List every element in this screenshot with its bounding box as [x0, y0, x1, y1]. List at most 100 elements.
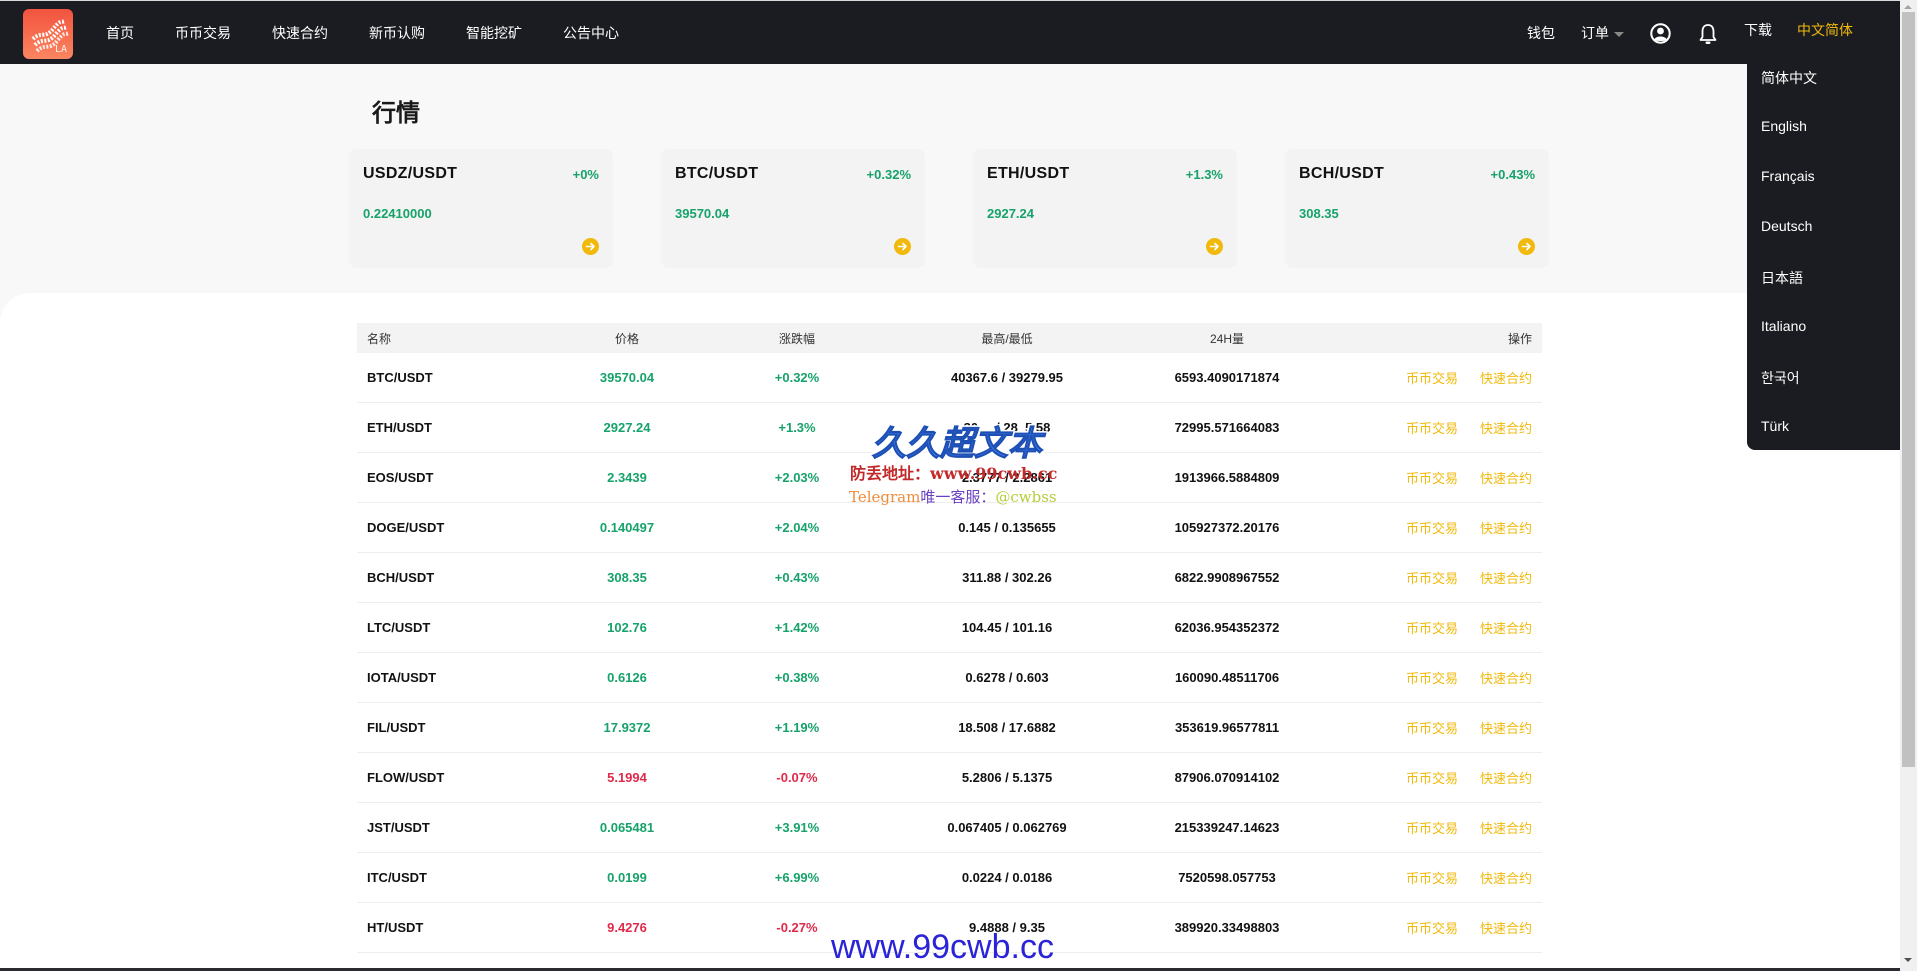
- scroll-up-arrow-icon[interactable]: [1904, 5, 1912, 9]
- row-high-low: 104.45 / 101.16: [961, 620, 1053, 635]
- quick-contract-link[interactable]: 快速合约: [1480, 818, 1532, 837]
- row-pair-name: FIL/USDT: [367, 720, 426, 735]
- language-option[interactable]: English: [1761, 118, 1807, 134]
- quick-contract-link[interactable]: 快速合约: [1480, 768, 1532, 787]
- language-option[interactable]: 简体中文: [1761, 68, 1817, 88]
- table-row[interactable]: EOS/USDT 2.3439 +2.03% 2.3777 / 2.2861 19139…: [357, 453, 1542, 503]
- quick-contract-link[interactable]: 快速合约: [1480, 668, 1532, 687]
- quick-contract-link[interactable]: 快速合约: [1480, 618, 1532, 637]
- table-row[interactable]: ITC/USDT 0.0199 +6.99% 0.0224 / 0.0186 75205…: [357, 853, 1542, 903]
- spot-trade-link[interactable]: 币币交易: [1406, 418, 1458, 437]
- table-row[interactable]: JST/USDT 0.065481 +3.91% 0.067405 / 0.06276…: [357, 803, 1542, 853]
- card-symbol: ETH/USDT: [987, 165, 1070, 182]
- row-high-low: 0.6278 / 0.603: [965, 670, 1049, 685]
- quick-contract-link[interactable]: 快速合约: [1480, 718, 1532, 737]
- language-option[interactable]: Italiano: [1761, 318, 1806, 334]
- row-price: 0.065481: [599, 820, 655, 835]
- spot-trade-link[interactable]: 币币交易: [1406, 668, 1458, 687]
- row-volume: 6822.9908967552: [1174, 570, 1280, 585]
- nav-wallet[interactable]: 钱包: [1527, 25, 1555, 41]
- user-account-button[interactable]: [1650, 23, 1671, 49]
- card-price: 308.35: [1299, 206, 1339, 221]
- scrollbar-thumb[interactable]: [1902, 12, 1915, 767]
- row-pair-name: ITC/USDT: [367, 870, 427, 885]
- nav-announcements[interactable]: 公告中心: [563, 25, 619, 41]
- card-price: 2927.24: [987, 206, 1034, 221]
- card-go-button[interactable]: [1206, 238, 1223, 255]
- spot-trade-link[interactable]: 币币交易: [1406, 468, 1458, 487]
- nav-quick-contract[interactable]: 快速合约: [272, 25, 328, 41]
- spot-trade-link[interactable]: 币币交易: [1406, 618, 1458, 637]
- row-price: 0.0199: [607, 870, 647, 885]
- row-volume: 353619.96577811: [1174, 720, 1280, 735]
- card-go-button[interactable]: [894, 238, 911, 255]
- spot-trade-link[interactable]: 币币交易: [1406, 868, 1458, 887]
- market-card[interactable]: BTC/USDT +0.32% 39570.04: [661, 149, 925, 268]
- quick-contract-link[interactable]: 快速合约: [1480, 868, 1532, 887]
- table-row[interactable]: FLOW/USDT 5.1994 -0.07% 5.2806 / 5.1375 8790…: [357, 753, 1542, 803]
- quick-contract-link[interactable]: 快速合约: [1480, 368, 1532, 387]
- table-row[interactable]: ETH/USDT 2927.24 +1.3% 30__ / 28_5.58 72995.…: [357, 403, 1542, 453]
- language-option[interactable]: 한국어: [1761, 368, 1800, 388]
- row-change: -0.07%: [776, 770, 818, 785]
- row-pair-name: IOTA/USDT: [367, 670, 437, 685]
- language-option[interactable]: Français: [1761, 168, 1815, 184]
- spot-trade-link[interactable]: 币币交易: [1406, 368, 1458, 387]
- row-change: +3.91%: [774, 820, 820, 835]
- top-navbar: LA 首页 币币交易 快速合约 新币认购 智能挖矿 公告中心 钱包 订单 下载 …: [0, 1, 1900, 64]
- nav-smart-mining[interactable]: 智能挖矿: [466, 25, 522, 41]
- market-table: 名称 价格 涨跌幅 最高/最低 24H量 操作 BTC/USDT 39570.04…: [357, 323, 1542, 953]
- logo[interactable]: LA: [23, 9, 73, 59]
- row-volume: 62036.954352372: [1174, 620, 1280, 635]
- language-selector[interactable]: 中文简体: [1797, 22, 1853, 38]
- user-circle-icon: [1650, 23, 1671, 44]
- scroll-down-arrow-icon[interactable]: [1904, 958, 1912, 962]
- spot-trade-link[interactable]: 币币交易: [1406, 568, 1458, 587]
- spot-trade-link[interactable]: 币币交易: [1406, 818, 1458, 837]
- notifications-button[interactable]: [1699, 23, 1717, 50]
- table-row[interactable]: IOTA/USDT 0.6126 +0.38% 0.6278 / 0.603 16009…: [357, 653, 1542, 703]
- card-go-button[interactable]: [1518, 238, 1535, 255]
- market-card[interactable]: BCH/USDT +0.43% 308.35: [1285, 149, 1549, 268]
- spot-trade-link[interactable]: 币币交易: [1406, 518, 1458, 537]
- table-row[interactable]: BTC/USDT 39570.04 +0.32% 40367.6 / 39279.95…: [357, 353, 1542, 403]
- table-row[interactable]: HT/USDT 9.4276 -0.27% 9.4888 / 9.35 389920.3…: [357, 903, 1542, 953]
- quick-contract-link[interactable]: 快速合约: [1480, 418, 1532, 437]
- nav-home[interactable]: 首页: [106, 25, 134, 41]
- vertical-scrollbar[interactable]: [1900, 0, 1917, 971]
- row-actions: 币币交易 快速合约: [1384, 653, 1532, 702]
- spot-trade-link[interactable]: 币币交易: [1406, 718, 1458, 737]
- row-high-low: 18.508 / 17.6882: [958, 720, 1056, 735]
- quick-contract-link[interactable]: 快速合约: [1480, 568, 1532, 587]
- row-volume: 389920.33498803: [1174, 920, 1280, 935]
- nav-new-coin-subscription[interactable]: 新币认购: [369, 25, 425, 41]
- table-row[interactable]: LTC/USDT 102.76 +1.42% 104.45 / 101.16 62036…: [357, 603, 1542, 653]
- quick-contract-link[interactable]: 快速合约: [1480, 918, 1532, 937]
- card-go-button[interactable]: [582, 238, 599, 255]
- row-volume: 160090.48511706: [1174, 670, 1280, 685]
- language-option[interactable]: 日本語: [1761, 268, 1803, 288]
- market-card[interactable]: ETH/USDT +1.3% 2927.24: [973, 149, 1237, 268]
- row-actions: 币币交易 快速合约: [1384, 853, 1532, 902]
- spot-trade-link[interactable]: 币币交易: [1406, 768, 1458, 787]
- language-dropdown-menu: 简体中文 English Français Deutsch 日本語 Italiano 한국어…: [1747, 52, 1910, 450]
- bell-icon: [1699, 24, 1717, 44]
- table-row[interactable]: FIL/USDT 17.9372 +1.19% 18.508 / 17.6882 353…: [357, 703, 1542, 753]
- quick-contract-link[interactable]: 快速合约: [1480, 518, 1532, 537]
- market-card[interactable]: USDZ/USDT +0% 0.22410000: [349, 149, 613, 268]
- page-title: 行情: [372, 100, 420, 127]
- arrow-right-icon: [897, 242, 907, 251]
- nav-spot-trading[interactable]: 币币交易: [175, 25, 231, 41]
- nav-orders-dropdown[interactable]: 订单: [1581, 25, 1624, 41]
- row-price: 0.6126: [607, 670, 647, 685]
- language-option[interactable]: Deutsch: [1761, 218, 1812, 234]
- nav-download[interactable]: 下载: [1744, 22, 1772, 38]
- header-high-low: 最高/最低: [981, 331, 1033, 346]
- card-change: +0%: [572, 167, 599, 182]
- spot-trade-link[interactable]: 币币交易: [1406, 918, 1458, 937]
- quick-contract-link[interactable]: 快速合约: [1480, 468, 1532, 487]
- table-row[interactable]: BCH/USDT 308.35 +0.43% 311.88 / 302.26 6822.…: [357, 553, 1542, 603]
- language-option[interactable]: Türk: [1761, 418, 1789, 434]
- nav-orders-label: 订单: [1581, 25, 1609, 41]
- table-row[interactable]: DOGE/USDT 0.140497 +2.04% 0.145 / 0.135655 1…: [357, 503, 1542, 553]
